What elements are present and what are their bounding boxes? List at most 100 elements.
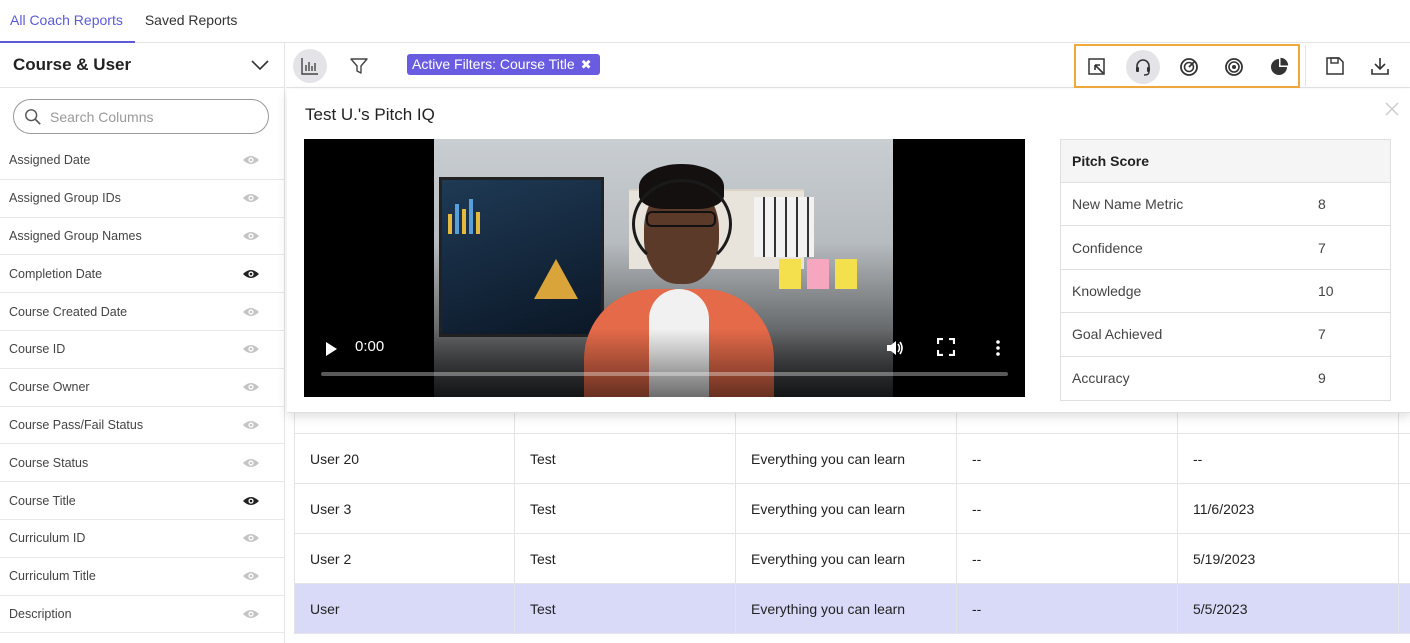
table-cell: 11/6/2023 [1178,484,1399,533]
table-row[interactable]: User 3 Test Everything you can learn -- 11/6… [294,484,1410,534]
column-panel: Course & User Assigned Date Assigned Grou… [0,43,285,643]
filter-icon [350,58,368,74]
table-cell: Test [515,484,736,533]
toolbar-divider [1305,45,1306,86]
search-box [13,99,269,134]
close-icon[interactable] [1384,101,1400,117]
column-list: Assigned Date Assigned Group IDs Assigned … [0,142,284,634]
pie-chart-icon [1271,57,1289,75]
column-label: Course ID [9,342,66,357]
app-root: All Coach Reports Saved Reports Course &… [0,0,1410,643]
report-table: User 20 Test Everything you can learn -- -- U… [294,390,1410,634]
column-item[interactable]: Assigned Group Names [0,218,284,256]
table-cell: Everything you can learn [736,484,957,533]
video-player[interactable]: 0:00 [304,139,1025,397]
score-row: Accuracy 9 [1061,357,1390,400]
eye-icon[interactable] [242,495,260,507]
pitch-iq-popover: Test U.'s Pitch IQ 0:00 Pitch Score New … [287,89,1410,413]
column-item[interactable]: Course ID [0,331,284,369]
column-label: Assigned Group Names [9,228,142,243]
column-label: Completion Date [9,266,103,281]
table-cell: -- [957,584,1178,633]
tab-saved-reports[interactable]: Saved Reports [135,0,250,43]
search-columns-input[interactable] [50,108,250,125]
table-cell: -- [957,534,1178,583]
column-item[interactable]: Assigned Date [0,142,284,180]
video-controls: 0:00 [304,329,1025,397]
score-row: Knowledge 10 [1061,270,1390,314]
active-filter-chip[interactable]: Active Filters: Course Title ✖ [407,54,600,75]
column-item[interactable]: Curriculum Title [0,558,284,596]
filter-button[interactable] [342,49,376,83]
table-cell: User [294,584,515,633]
column-item[interactable]: Curriculum ID [0,520,284,558]
table-cell: User 2 [294,534,515,583]
target-view-button[interactable] [1217,50,1251,84]
table-cell: -- [957,484,1178,533]
visualization-group [1074,44,1300,88]
table-cell: 5/19/2023 [1178,534,1399,583]
video-progress-bar[interactable] [321,372,1008,376]
select-view-button[interactable] [1080,50,1114,84]
table-row[interactable]: User Test Everything you can learn -- 5/5/20… [294,584,1410,634]
chart-view-button[interactable] [293,49,327,83]
report-toolbar: Active Filters: Course Title ✖ [286,43,1410,88]
eye-muted-icon[interactable] [242,570,260,582]
eye-muted-icon[interactable] [242,381,260,393]
table-cell: User 20 [294,434,515,483]
table-cell: -- [1178,434,1399,483]
table-row[interactable]: User 2 Test Everything you can learn -- 5/19… [294,534,1410,584]
column-item[interactable]: Description [0,596,284,634]
tab-all-coach-reports[interactable]: All Coach Reports [0,0,135,43]
table-cell: Test [515,584,736,633]
eye-muted-icon[interactable] [242,192,260,204]
more-options-icon[interactable] [992,338,1004,358]
pitch-score-table: Pitch Score New Name Metric 8 Confidence 7 K… [1060,139,1391,401]
column-label: Course Created Date [9,304,128,319]
eye-muted-icon[interactable] [242,154,260,166]
eye-muted-icon[interactable] [242,419,260,431]
eye-muted-icon[interactable] [242,457,260,469]
table-cell: 5/5/2023 [1178,584,1399,633]
headset-view-button[interactable] [1126,50,1160,84]
eye-muted-icon[interactable] [242,343,260,355]
column-item[interactable]: Course Pass/Fail Status [0,407,284,445]
table-row[interactable]: User 20 Test Everything you can learn -- -- [294,434,1410,484]
dataset-title: Course & User [13,55,132,74]
bar-chart-icon [301,58,318,75]
score-value: 7 [1318,239,1326,256]
column-item[interactable]: Assigned Group IDs [0,180,284,218]
pie-view-button[interactable] [1262,50,1296,84]
report-tabs: All Coach Reports Saved Reports [0,0,1410,43]
table-cell: Everything you can learn [736,434,957,483]
eye-muted-icon[interactable] [242,532,260,544]
column-label: Assigned Group IDs [9,191,121,206]
popover-title: Test U.'s Pitch IQ [305,105,435,124]
remove-filter-icon[interactable]: ✖ [581,54,592,75]
gauge-view-button[interactable] [1172,50,1206,84]
column-item[interactable]: Course Owner [0,369,284,407]
table-cell: Everything you can learn [736,584,957,633]
dataset-selector[interactable]: Course & User [0,43,284,88]
column-item[interactable]: Course Created Date [0,293,284,331]
column-item[interactable]: Course Title [0,482,284,520]
fullscreen-icon[interactable] [937,338,955,356]
score-value: 9 [1318,370,1326,387]
column-label: Course Title [9,493,76,508]
volume-icon[interactable] [885,338,905,358]
gauge-icon [1180,58,1198,76]
score-metric: Confidence [1072,239,1143,256]
eye-muted-icon[interactable] [242,608,260,620]
eye-muted-icon[interactable] [242,306,260,318]
score-metric: Knowledge [1072,282,1142,299]
column-label: Course Pass/Fail Status [9,417,144,432]
eye-icon[interactable] [242,268,260,280]
score-value: 8 [1318,196,1326,213]
eye-muted-icon[interactable] [242,230,260,242]
column-item[interactable]: Course Status [0,444,284,483]
column-item[interactable]: Completion Date [0,255,284,294]
play-icon[interactable] [324,342,338,356]
save-report-button[interactable] [1318,49,1352,83]
column-label: Description [9,606,72,621]
download-button[interactable] [1363,49,1397,83]
